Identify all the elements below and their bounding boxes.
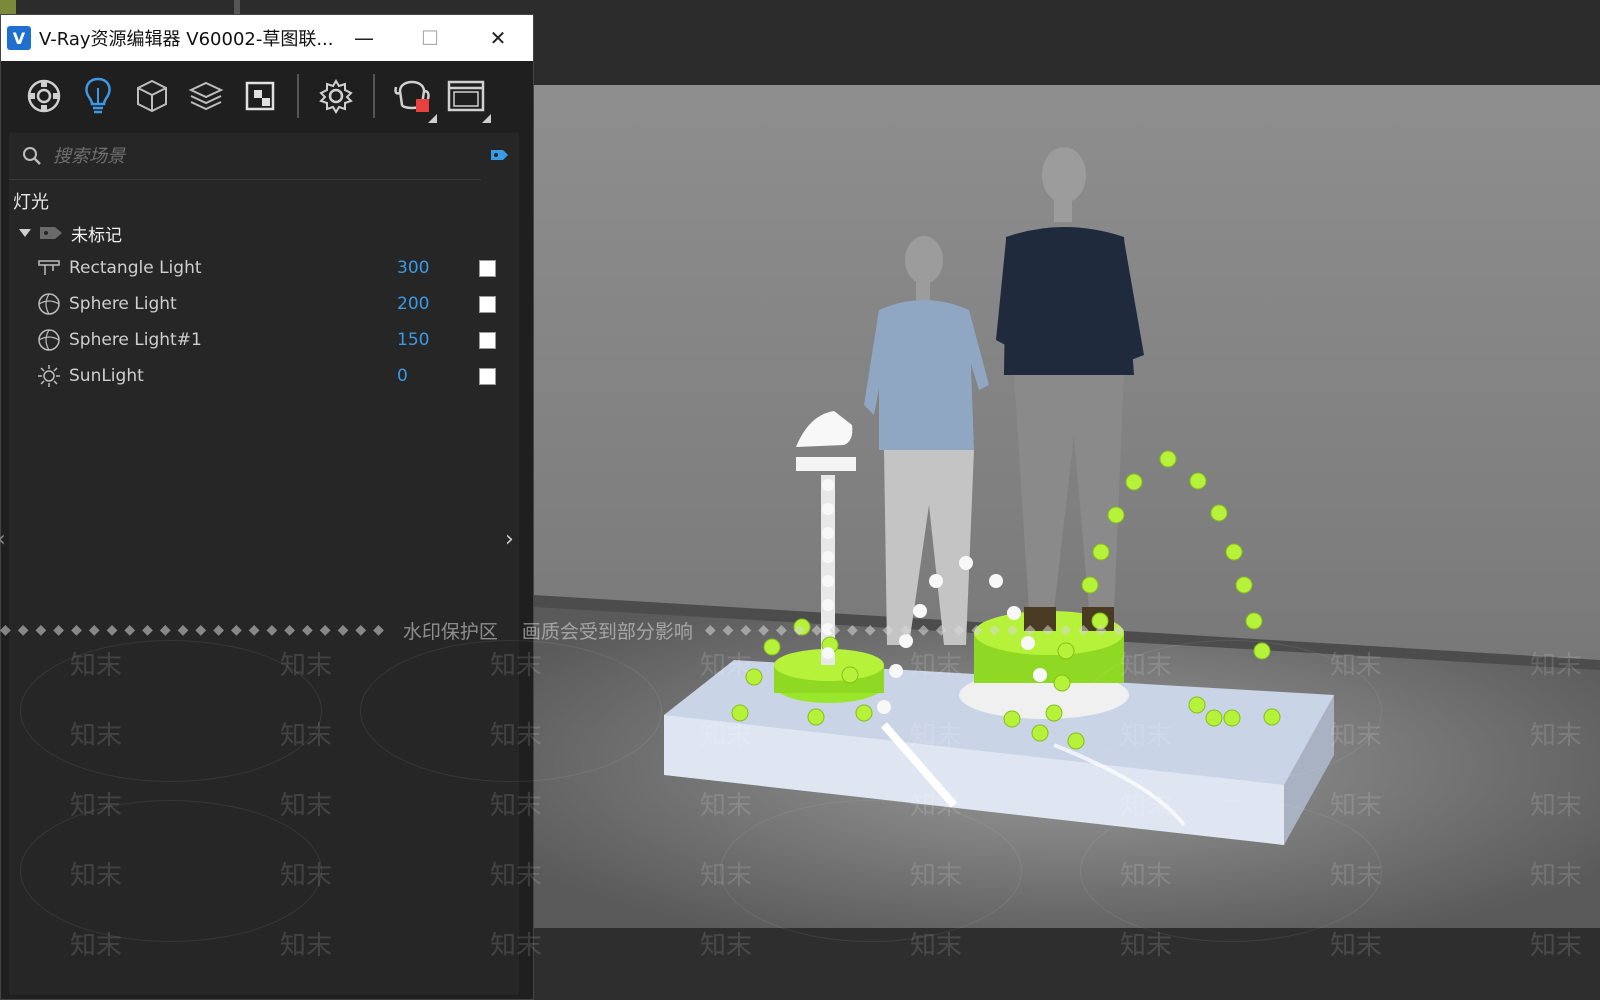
light-row-sunlight[interactable]: SunLight 0 <box>9 358 519 394</box>
light-name: Rectangle Light <box>69 258 202 278</box>
light-row-sphere-light-1[interactable]: Sphere Light#1 150 <box>9 322 519 358</box>
light-enable-checkbox[interactable] <box>479 367 496 385</box>
frame-buffer-icon <box>447 80 485 112</box>
lights-tab-button[interactable] <box>75 73 121 119</box>
light-enable-checkbox[interactable] <box>479 331 496 349</box>
light-row-rectangle-light[interactable]: Rectangle Light 300 <box>9 250 519 286</box>
materials-tab-button[interactable] <box>21 73 67 119</box>
frame-buffer-button[interactable] <box>443 73 491 123</box>
lights-panel: 灯光 未标记 Rectangle Light 300 <box>9 133 519 995</box>
viewport-bottom-bar <box>534 928 1600 1000</box>
render-elements-tab-button[interactable] <box>183 73 229 119</box>
minimize-button[interactable]: — <box>331 15 397 61</box>
light-intensity-value[interactable]: 150 <box>397 330 429 350</box>
search-icon <box>23 147 41 165</box>
cube-icon <box>137 79 167 113</box>
light-row-sphere-light[interactable]: Sphere Light 200 <box>9 286 519 322</box>
settings-tab-button[interactable] <box>313 73 359 119</box>
untagged-group-row[interactable]: 未标记 <box>9 216 519 250</box>
host-toolbar-fragment <box>0 0 16 14</box>
tag-filter-icon[interactable] <box>489 147 509 163</box>
search-bar <box>9 133 508 180</box>
light-intensity-value[interactable]: 300 <box>397 258 429 278</box>
collapse-panel-arrow-icon[interactable]: › <box>505 527 514 552</box>
expand-caret-icon[interactable] <box>19 229 31 237</box>
section-title-lights: 灯光 <box>13 192 49 213</box>
close-button[interactable]: ✕ <box>465 15 531 61</box>
sphere-light-icon <box>38 293 60 315</box>
sun-icon <box>38 365 60 387</box>
asset-toolbar <box>1 61 533 131</box>
host-divider <box>234 0 240 14</box>
render-button[interactable] <box>389 73 437 123</box>
layers-icon <box>188 81 224 111</box>
toolbar-separator <box>297 74 299 118</box>
light-name: SunLight <box>69 366 144 386</box>
expand-left-arrow-icon[interactable]: ‹ <box>0 527 6 552</box>
maximize-button[interactable]: ☐ <box>397 15 463 61</box>
lightbulb-icon <box>85 77 111 114</box>
search-input[interactable] <box>51 144 455 168</box>
textures-tab-button[interactable] <box>237 73 283 119</box>
dropdown-corner-indicator <box>482 114 491 123</box>
sphere-light-icon <box>38 329 60 351</box>
light-enable-checkbox[interactable] <box>479 259 496 277</box>
material-sphere-icon <box>27 79 61 113</box>
texture-icon <box>245 81 275 111</box>
group-label: 未标记 <box>71 225 122 246</box>
geometry-tab-button[interactable] <box>129 73 175 119</box>
light-intensity-value[interactable]: 0 <box>397 366 408 386</box>
light-enable-checkbox[interactable] <box>479 295 496 313</box>
gear-icon <box>319 79 353 114</box>
rectangle-light-icon <box>38 260 60 275</box>
teapot-render-icon <box>394 80 430 112</box>
vray-logo-icon: V <box>7 26 31 50</box>
light-intensity-value[interactable]: 200 <box>397 294 429 314</box>
toolbar-separator <box>373 74 375 118</box>
tag-icon <box>40 227 62 239</box>
window-title: V-Ray资源编辑器 V60002-草图联... <box>39 29 334 50</box>
window-titlebar[interactable]: V V-Ray资源编辑器 V60002-草图联... — ☐ ✕ <box>1 15 533 61</box>
dropdown-corner-indicator <box>428 114 437 123</box>
light-name: Sphere Light#1 <box>69 330 202 350</box>
vray-asset-editor-window: V V-Ray资源编辑器 V60002-草图联... — ☐ ✕ 搜索场景 灯光… <box>0 14 534 1000</box>
scene-render <box>534 147 1600 928</box>
light-name: Sphere Light <box>69 294 177 314</box>
render-viewport[interactable] <box>534 85 1600 928</box>
